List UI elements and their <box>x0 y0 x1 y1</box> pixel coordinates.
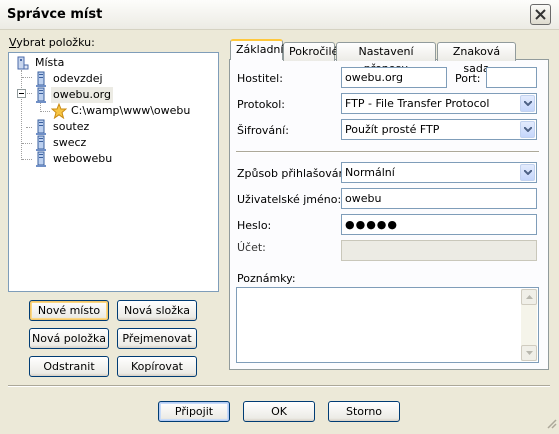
new-folder-button[interactable]: Nová složka <box>117 300 197 321</box>
encryption-label: Šifrování: <box>237 124 289 137</box>
copy-button[interactable]: Kopírovat <box>117 356 197 377</box>
tree-item-soutez[interactable]: soutez <box>33 119 91 135</box>
scroll-up-button[interactable] <box>521 289 537 305</box>
password-label: Heslo: <box>237 219 272 232</box>
chevron-down-icon <box>525 351 533 355</box>
tree-item-webowebu[interactable]: webowebu <box>33 151 114 167</box>
tab-basic[interactable]: Základní <box>230 39 283 60</box>
user-input[interactable]: owebu <box>341 188 537 209</box>
account-input <box>341 240 537 261</box>
server-icon <box>33 151 49 167</box>
server-icon <box>33 135 49 151</box>
server-icon <box>33 71 49 87</box>
tab-transfer-settings[interactable]: Nastavení přenosu <box>336 42 436 75</box>
tree-item-label: webowebu <box>53 152 113 165</box>
tree-item-label: odevzdej <box>53 72 103 85</box>
tree-item-label: owebu.org <box>51 87 113 103</box>
chevron-up-icon <box>525 295 533 299</box>
notes-scrollbar[interactable] <box>521 289 537 361</box>
port-label: Port: <box>455 72 481 85</box>
computer-icon <box>15 55 31 71</box>
chevron-down-icon <box>520 121 535 138</box>
chevron-down-icon <box>520 164 535 181</box>
site-tree[interactable]: Místa odevzdej owebu.org C:\wamp\www\owe… <box>8 52 219 292</box>
bookmark-star-icon <box>51 103 67 119</box>
tree-item-owebu-org[interactable]: owebu.org <box>33 87 113 103</box>
tree-item-swecz[interactable]: swecz <box>33 135 88 151</box>
new-bookmark-button[interactable]: Nová položka <box>29 328 109 349</box>
protocol-label: Protokol: <box>237 98 285 111</box>
tree-item-odevzdej[interactable]: odevzdej <box>33 71 105 87</box>
protocol-select[interactable]: FTP - File Transfer Protocol <box>341 93 537 114</box>
host-input[interactable]: owebu.org <box>341 67 447 88</box>
encryption-select[interactable]: Použít prosté FTP <box>341 119 537 140</box>
ok-button[interactable]: OK <box>243 401 315 422</box>
tree-label: Vybrat položku: <box>9 36 95 49</box>
chevron-down-icon <box>520 95 535 112</box>
close-button[interactable] <box>530 4 551 25</box>
account-label: Účet: <box>237 241 266 254</box>
password-input[interactable]: ●●●●● <box>341 214 537 235</box>
logon-type-label: Způsob přihlašování: <box>237 167 353 180</box>
tree-item-bookmark[interactable]: C:\wamp\www\owebu <box>51 103 192 119</box>
protocol-value: FTP - File Transfer Protocol <box>345 97 490 110</box>
notes-textarea[interactable] <box>236 287 539 363</box>
logon-type-value: Normální <box>345 166 395 179</box>
bottom-divider <box>8 385 550 387</box>
tab-advanced[interactable]: Pokročilé <box>283 42 338 61</box>
connect-button[interactable]: Připojit <box>158 401 230 422</box>
tree-item-label: Místa <box>35 56 65 69</box>
tree-item-label: C:\wamp\www\owebu <box>71 104 191 117</box>
resize-grip-icon[interactable] <box>546 418 557 432</box>
tab-charset[interactable]: Znaková sada <box>437 42 516 75</box>
server-icon <box>33 87 49 103</box>
user-label: Uživatelské jméno: <box>237 193 342 206</box>
collapse-toggle[interactable] <box>17 89 26 98</box>
notes-label: Poznámky: <box>237 272 296 285</box>
encryption-value: Použít prosté FTP <box>345 123 440 136</box>
new-site-button[interactable]: Nové místo <box>29 300 109 321</box>
tree-item-label: soutez <box>53 120 90 133</box>
divider <box>236 151 539 153</box>
tree-item-root[interactable]: Místa <box>15 55 66 71</box>
close-icon <box>535 9 546 20</box>
window-title: Správce míst <box>7 7 103 22</box>
logon-type-select[interactable]: Normální <box>341 162 537 183</box>
cancel-button[interactable]: Storno <box>328 401 400 422</box>
server-icon <box>33 119 49 135</box>
delete-button[interactable]: Odstranit <box>29 356 109 377</box>
scroll-down-button[interactable] <box>521 345 537 361</box>
host-label: Hostitel: <box>237 72 283 85</box>
port-input[interactable] <box>486 67 537 88</box>
tree-item-label: swecz <box>53 136 87 149</box>
rename-button[interactable]: Přejmenovat <box>117 328 197 349</box>
